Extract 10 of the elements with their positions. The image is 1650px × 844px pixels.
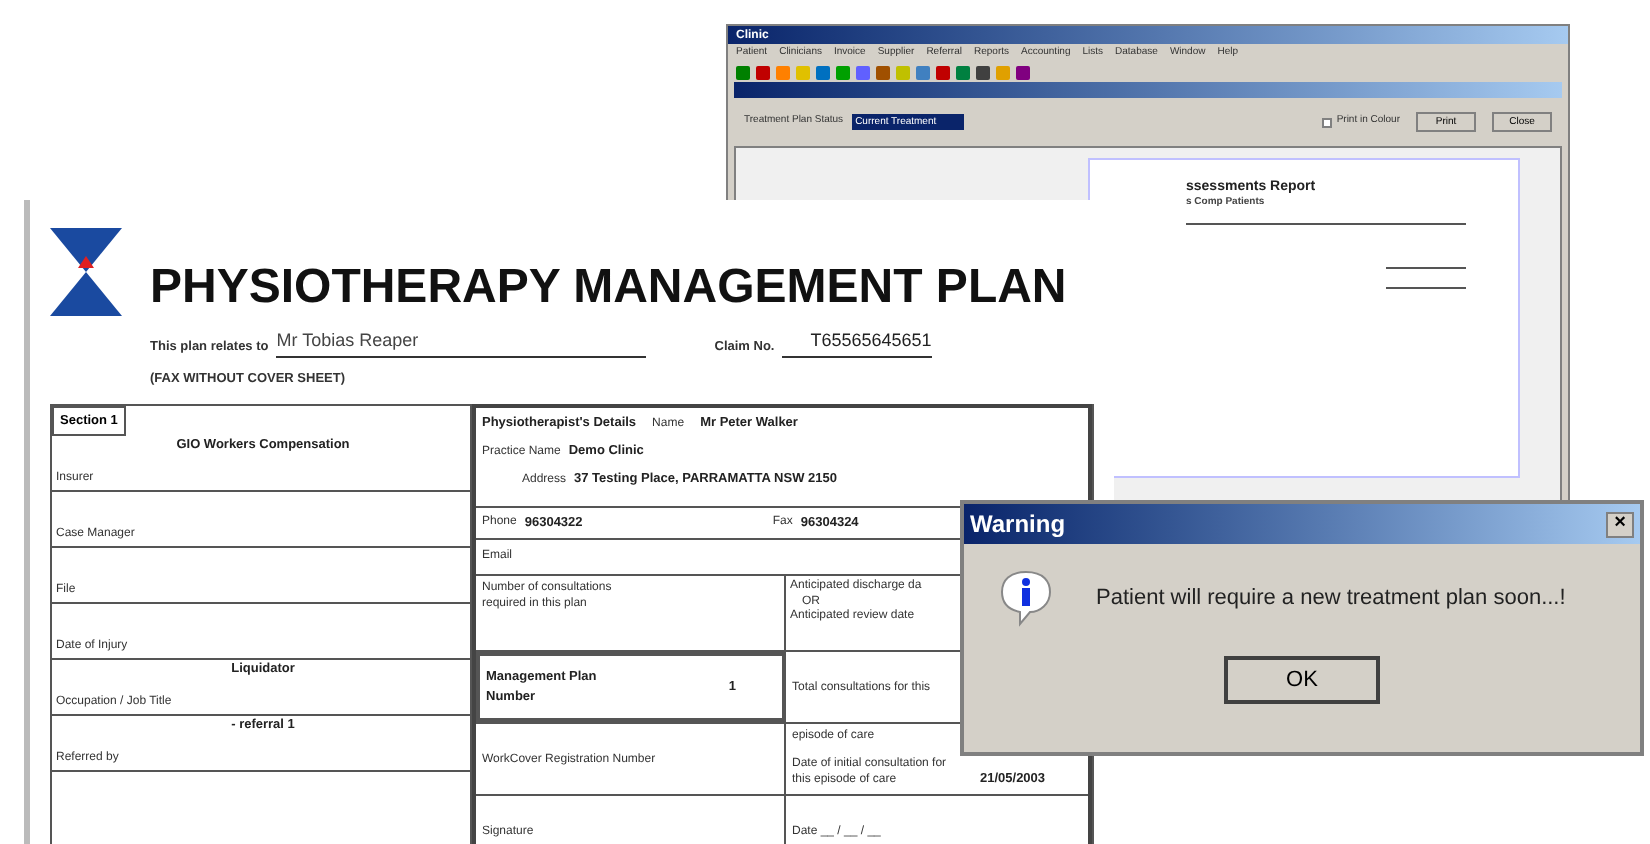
form-title: PHYSIOTHERAPY MANAGEMENT PLAN [150,264,1067,312]
dialog-title: Warning [970,508,1066,542]
checkbox[interactable] [1322,117,1333,127]
logo-icon [46,224,126,320]
close-button[interactable]: × [1606,511,1634,537]
dialog-message: Patient will require a new treatment plan soon...! [1096,583,1566,614]
patient-name: Mr Tobias Reaper [276,328,647,357]
claim-number: T65565645651 [782,328,932,357]
info-icon [1000,568,1052,628]
ok-button[interactable]: OK [1224,656,1380,704]
